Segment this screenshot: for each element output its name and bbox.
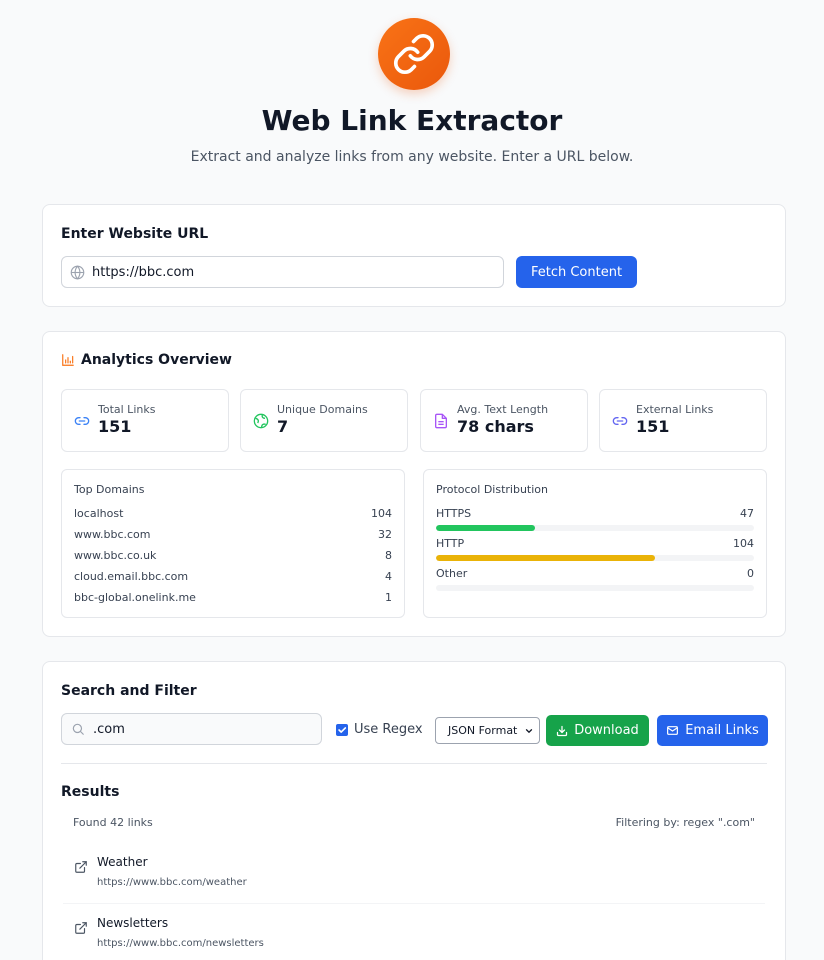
stat-value: 78 chars [457,417,534,436]
domain-count: 104 [371,507,392,520]
stat-unique-domains: Unique Domains 7 [240,389,408,452]
page-title: Web Link Extractor [261,104,563,137]
domain-row: cloud.email.bbc.com 4 [74,570,392,586]
protocol-name: HTTP [436,537,465,550]
results-title: Results [61,784,120,800]
protocol-bar-track [436,525,754,531]
protocol-bar-track [436,555,754,561]
stat-label: Total Links [98,403,156,416]
stat-total-links: Total Links 151 [61,389,229,452]
stat-value: 151 [98,417,132,436]
stat-value: 151 [636,417,670,436]
domain-count: 32 [378,528,392,541]
protocol-row: Other 0 [436,567,754,591]
domain-count: 8 [385,549,392,562]
use-regex-checkbox[interactable] [336,723,348,736]
mail-icon [667,726,679,735]
url-section-title: Enter Website URL [61,226,209,242]
domain-count: 4 [385,570,392,583]
result-url[interactable]: https://www.bbc.com/newsletters [97,938,264,949]
format-select[interactable]: JSON Format [435,717,540,744]
result-item[interactable]: Weather https://www.bbc.com/weather [63,843,765,904]
domain-count: 1 [385,591,392,604]
url-card: Enter Website URL https://bbc.com Fetch … [42,204,786,307]
domain-row: www.bbc.co.uk 8 [74,549,392,565]
bar-chart-icon [62,354,74,366]
protocol-bar-track [436,585,754,591]
domain-name: localhost [74,507,124,520]
external-link-icon [75,861,87,873]
results-filter-text: Filtering by: regex ".com" [615,816,755,829]
domain-row: www.bbc.com 32 [74,528,392,544]
download-button[interactable]: Download [546,715,649,746]
protocol-count: 47 [740,507,754,520]
format-selected: JSON Format [448,724,518,737]
stat-label: Unique Domains [277,403,368,416]
protocol-row: HTTPS 47 [436,507,754,531]
download-icon [557,725,568,736]
search-value: .com [93,721,125,737]
top-domains-panel: Top Domains localhost 104 www.bbc.com 32… [61,469,405,618]
stat-avg-text-length: Avg. Text Length 78 chars [420,389,588,452]
search-card: Search and Filter .com Use Regex JSON Fo… [42,661,786,960]
divider [61,763,767,764]
document-icon [435,413,447,429]
fetch-content-button[interactable]: Fetch Content [516,256,637,288]
link-icon [74,417,90,425]
stat-label: External Links [636,403,714,416]
domain-name: www.bbc.com [74,528,151,541]
globe-icon [253,413,269,429]
stat-value: 7 [277,417,289,436]
search-section-title: Search and Filter [61,683,197,699]
globe-icon [70,264,85,280]
result-url[interactable]: https://www.bbc.com/weather [97,877,247,888]
checkmark-icon [338,726,347,733]
top-domains-title: Top Domains [74,483,145,496]
protocol-title: Protocol Distribution [436,483,548,496]
protocol-count: 0 [747,567,754,580]
domain-row: bbc-global.onelink.me 1 [74,591,392,607]
domain-name: www.bbc.co.uk [74,549,157,562]
search-icon [72,723,84,735]
url-value: https://bbc.com [92,264,195,280]
stat-external-links: External Links 151 [599,389,767,452]
analytics-card: Analytics Overview Total Links 151 Uniqu… [42,331,786,637]
protocol-bar-http [436,555,656,561]
link-icon [612,417,628,425]
page-subtitle: Extract and analyze links from any websi… [190,149,634,165]
email-links-button[interactable]: Email Links [657,715,768,746]
external-link-icon [75,922,87,934]
use-regex-label: Use Regex [354,722,423,737]
domain-name: cloud.email.bbc.com [74,570,189,583]
stat-label: Avg. Text Length [457,403,549,416]
use-regex-toggle[interactable]: Use Regex [336,722,423,737]
protocol-name: HTTPS [436,507,472,520]
search-input[interactable]: .com [61,713,322,745]
result-title[interactable]: Newsletters [97,916,168,930]
protocol-name: Other [436,567,468,580]
protocol-bar-https [436,525,535,531]
domain-name: bbc-global.onelink.me [74,591,196,604]
url-input[interactable]: https://bbc.com [61,256,504,288]
results-count: Found 42 links [73,816,153,829]
protocol-distribution-panel: Protocol Distribution HTTPS 47 HTTP 104 … [423,469,767,618]
result-title[interactable]: Weather [97,855,148,869]
protocol-count: 104 [733,537,754,550]
download-label: Download [574,723,639,738]
email-links-label: Email Links [685,723,759,738]
result-item[interactable]: Newsletters https://www.bbc.com/newslett… [63,904,765,960]
domain-row: localhost 104 [74,507,392,523]
protocol-row: HTTP 104 [436,537,754,561]
analytics-title: Analytics Overview [81,352,232,368]
app-logo [378,18,450,90]
chevron-down-icon [525,729,533,734]
chain-link-icon [393,33,435,75]
analytics-header: Analytics Overview [61,352,232,368]
